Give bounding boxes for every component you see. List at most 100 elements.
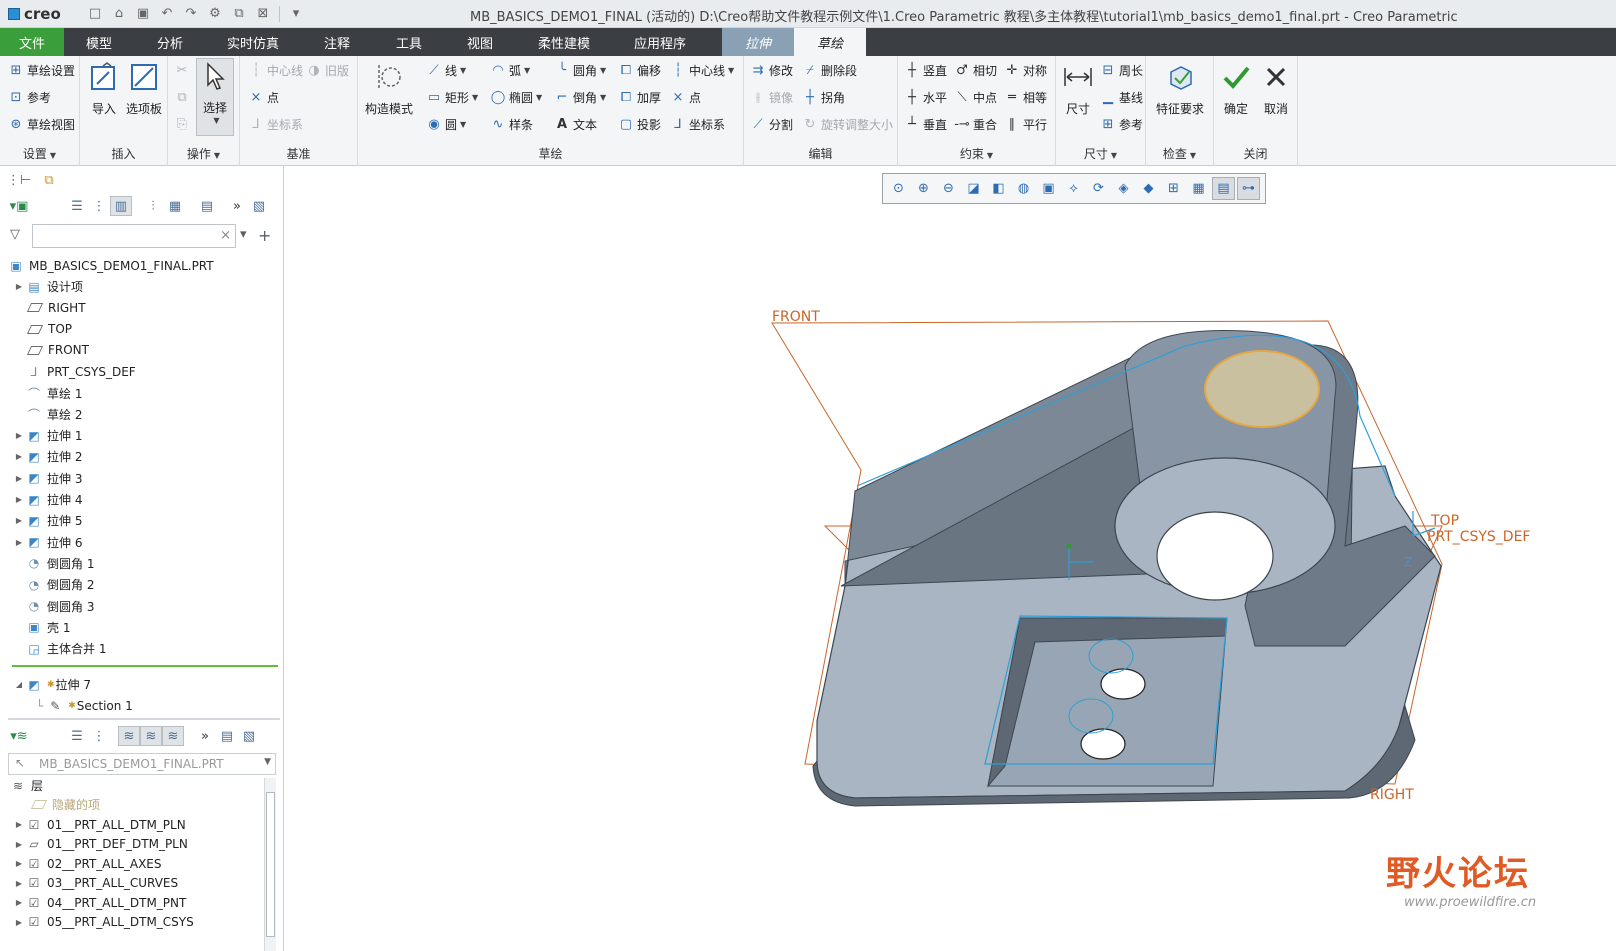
expand-icon[interactable]: ▶ (12, 516, 26, 525)
rotate-resize-button[interactable]: ↻ 旋转调整大小 (802, 116, 893, 133)
refit-icon[interactable]: ⊙ (887, 177, 910, 200)
layer-item[interactable]: ▶ ☑ 04__PRT_ALL_DTM_PNT (12, 892, 186, 913)
cut-button[interactable]: ✂ (174, 62, 193, 78)
tree-item[interactable]: RIGHT (12, 297, 86, 318)
thicken-button[interactable]: ⧠ 加厚 (618, 89, 661, 106)
parallel-constraint-button[interactable]: ∥ 平行 (1004, 116, 1047, 133)
tree-item[interactable]: ⅃ PRT_CSYS_DEF (12, 361, 136, 382)
layer-expand-icon[interactable]: ⋮ (88, 726, 110, 746)
layer-list-icon[interactable]: ☰ (66, 726, 88, 746)
ok-button[interactable]: 确定 (1218, 60, 1254, 117)
layer-document-icon[interactable]: ▧ (238, 726, 260, 746)
active-section-row[interactable]: └ ✎ ✱ Section 1 (36, 695, 133, 716)
front-plane-label[interactable]: FRONT (772, 309, 820, 325)
clear-icon[interactable]: × (220, 228, 231, 243)
palette-button[interactable]: 选项板 (124, 60, 164, 117)
tree-columns-icon[interactable]: ▥ (110, 196, 132, 216)
tab-view[interactable]: 视图 (444, 28, 516, 56)
more-options-icon[interactable]: » (194, 726, 216, 746)
csys-label[interactable]: PRT_CSYS_DEF (1427, 529, 1530, 545)
sketch-setup-button[interactable]: ⊞ 草绘设置 (8, 62, 75, 79)
ellipse-button[interactable]: ◯ 椭圆 ▼ (490, 89, 542, 106)
section-display-icon[interactable]: ▤ (1212, 177, 1235, 200)
feature-requirements-button[interactable]: 特征要求 (1152, 60, 1208, 117)
expand-icon[interactable]: ▶ (12, 282, 26, 291)
tree-settings-icon[interactable]: ▦ (164, 196, 186, 216)
arc-button[interactable]: ◠ 弧 ▼ (490, 62, 530, 79)
top-plane-label[interactable]: TOP (1431, 513, 1459, 529)
expand-icon[interactable]: ▶ (12, 859, 26, 868)
tab-applications[interactable]: 应用程序 (612, 28, 708, 56)
divide-button[interactable]: ⟋ 分割 (750, 116, 793, 133)
tree-item[interactable]: ▶ ▤ 设计项 (12, 276, 83, 297)
new-icon[interactable]: □ (84, 4, 106, 24)
layer-model-select[interactable]: ↖ MB_BASICS_DEMO1_FINAL.PRT ▼ (8, 753, 276, 775)
equal-constraint-button[interactable]: ═ 相等 (1004, 89, 1047, 106)
filter-dropdown-icon[interactable]: ▾ (240, 227, 247, 242)
layer-item[interactable]: ▶ ☑ 01__PRT_ALL_DTM_PLN (12, 814, 186, 835)
circle-button[interactable]: ◉ 圆 ▼ (426, 116, 466, 133)
vertical-constraint-button[interactable]: ┼ 竖直 (904, 62, 947, 79)
inspect-group-menu[interactable]: 检查 ▼ (1146, 145, 1213, 162)
tree-item[interactable]: FRONT (12, 340, 89, 361)
datum-display-icon[interactable]: ◈ (1112, 177, 1135, 200)
tree-item[interactable]: ▶ ◩ 拉伸 1 (12, 425, 83, 446)
midpoint-constraint-button[interactable]: ⟍ 中点 (954, 89, 997, 106)
perspective-icon[interactable]: ⟡ (1062, 177, 1085, 200)
constrain-group-menu[interactable]: 约束 ▼ (898, 145, 1055, 162)
right-plane-label[interactable]: RIGHT (1370, 787, 1414, 803)
settings-group-menu[interactable]: 设置 ▼ (0, 145, 79, 162)
cancel-button[interactable]: 取消 (1258, 60, 1294, 117)
chamfer-button[interactable]: ⌐ 倒角 ▼ (554, 89, 607, 106)
dimension-group-menu[interactable]: 尺寸 ▼ (1056, 145, 1145, 162)
save-icon[interactable]: ▣ (132, 4, 154, 24)
tab-live-simulation[interactable]: 实时仿真 (206, 28, 300, 56)
mirror-button[interactable]: ⫲ 镜像 (750, 89, 793, 106)
expand-icon[interactable]: ▶ (12, 840, 26, 849)
construction-mode-button[interactable]: 构造模式 (364, 60, 414, 117)
panel-divider[interactable] (8, 718, 280, 720)
sketch-view-button[interactable]: ⊛ 草绘视图 (8, 116, 75, 133)
open-icon[interactable]: ⌂ (108, 4, 130, 24)
reference-dimension-button[interactable]: ⊞ 参考 (1100, 116, 1143, 133)
layer-isolate-icon[interactable]: ≋ (162, 726, 184, 746)
sketch-csys-button[interactable]: ⅃ 坐标系 (670, 116, 725, 133)
expand-icon[interactable]: ▶ (12, 431, 26, 440)
rectangle-button[interactable]: ▭ 矩形 ▼ (426, 89, 478, 106)
expand-icon[interactable]: ▶ (12, 898, 26, 907)
perimeter-button[interactable]: ⊟ 周长 (1100, 62, 1143, 79)
tangent-constraint-button[interactable]: ♂ 相切 (954, 62, 997, 79)
line-button[interactable]: ⟋ 线 ▼ (426, 62, 466, 79)
active-feature-row[interactable]: ◢ ◩ ✱ 拉伸 7 (12, 674, 91, 695)
folder-browser-tab-icon[interactable]: ⧉ (38, 170, 60, 190)
tree-item[interactable]: ▶ ◩ 拉伸 4 (12, 489, 83, 510)
layer-scrollbar[interactable] (264, 778, 276, 951)
tab-flexible-modeling[interactable]: 柔性建模 (516, 28, 612, 56)
tab-analysis[interactable]: 分析 (134, 28, 206, 56)
more-options-icon[interactable]: » (226, 196, 248, 216)
horizontal-constraint-button[interactable]: ┼ 水平 (904, 89, 947, 106)
close-window-icon[interactable]: ⊠ (252, 4, 274, 24)
graphics-area[interactable]: ⊙ ⊕ ⊖ ◪ ◧ ◍ ▣ ⟡ ⟳ ◈ ◆ ⊞ ▦ ▤ ⊶ FRONT TOP … (285, 166, 1616, 951)
expand-icon[interactable]: ▶ (12, 820, 26, 829)
expand-icon[interactable]: ▶ (12, 474, 26, 483)
zoom-in-icon[interactable]: ⊕ (912, 177, 935, 200)
sketch-view-icon[interactable]: ⊞ (1162, 177, 1185, 200)
tree-item[interactable]: ◔ 倒圆角 3 (12, 596, 95, 617)
tree-item[interactable]: ▶ ◩ 拉伸 3 (12, 468, 83, 489)
modify-button[interactable]: ⇉ 修改 (750, 62, 793, 79)
datum-centerline-button[interactable]: ┆ 中心线 (248, 62, 303, 79)
tab-extrude[interactable]: 拉伸 (722, 28, 794, 56)
repaint-icon[interactable]: ◪ (962, 177, 985, 200)
dimension-button[interactable]: 尺寸 (1060, 60, 1096, 117)
references-button[interactable]: ⊡ 参考 (8, 89, 51, 106)
tree-item[interactable]: ▶ ◩ 拉伸 6 (12, 532, 83, 553)
tree-expand-icon[interactable]: ⋮ (88, 196, 110, 216)
expand-icon[interactable]: ▶ (12, 879, 26, 888)
coincident-constraint-button[interactable]: -⊸ 重合 (954, 116, 997, 133)
zoom-out-icon[interactable]: ⊖ (937, 177, 960, 200)
import-button[interactable]: 导入 (86, 60, 122, 117)
legacy-button[interactable]: ◑ 旧版 (306, 62, 349, 79)
select-button[interactable]: 选择 ▼ (196, 58, 234, 136)
sketch-constraints-icon[interactable]: ⊶ (1237, 177, 1260, 200)
